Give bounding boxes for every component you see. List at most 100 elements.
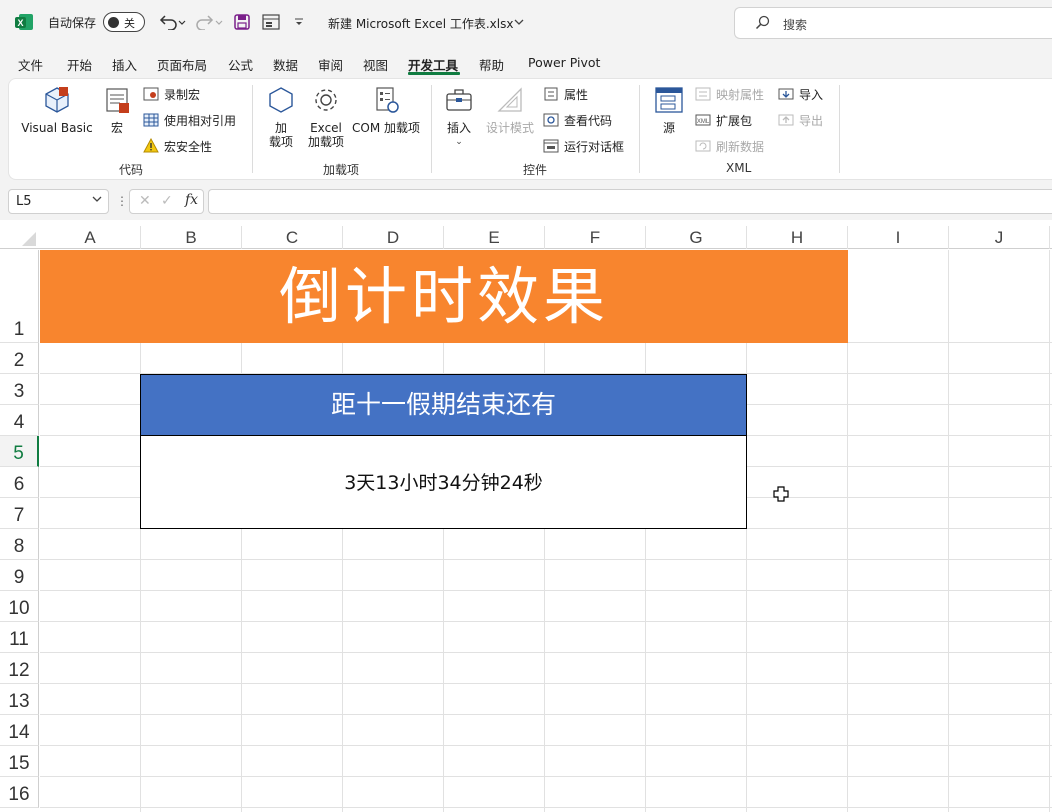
document-title[interactable]: 新建 Microsoft Excel 工作表.xlsx (328, 15, 513, 32)
relative-refs-button[interactable]: 使用相对引用 (143, 111, 236, 129)
row-header-5[interactable]: 5 (0, 436, 39, 467)
row-header-12[interactable]: 12 (0, 653, 39, 684)
gridline (40, 807, 1052, 808)
expansion-packs-button[interactable]: XML 扩展包 (695, 111, 752, 129)
map-properties-button[interactable]: 映射属性 (695, 85, 764, 103)
tab-data[interactable]: 数据 (273, 55, 298, 74)
enter-icon[interactable]: ✓ (161, 193, 173, 209)
column-header-c[interactable]: C (242, 226, 343, 249)
name-box-value: L5 (16, 194, 32, 209)
run-dialog-icon (543, 139, 559, 153)
row-header-9[interactable]: 9 (0, 560, 39, 591)
design-mode-button[interactable]: 设计模式 (483, 85, 537, 135)
map-properties-icon (695, 87, 711, 101)
tab-review[interactable]: 审阅 (318, 55, 343, 74)
excel-addins-label-line2: 加载项 (307, 135, 344, 149)
tab-home[interactable]: 开始 (67, 55, 92, 74)
tab-help[interactable]: 帮助 (479, 55, 504, 74)
name-box[interactable]: L5 (8, 189, 109, 214)
expansion-packs-icon: XML (695, 114, 711, 126)
cell-area[interactable]: 倒计时效果 距十一假期结束还有 3天13小时34分钟24秒 (40, 250, 1052, 812)
countdown-value-cell[interactable]: 3天13小时34分钟24秒 (140, 436, 747, 529)
autosave-toggle[interactable]: 关 (103, 12, 145, 32)
view-code-button[interactable]: 查看代码 (543, 111, 612, 129)
save-button[interactable] (231, 10, 253, 34)
row-header-4[interactable]: 4 (0, 405, 39, 436)
macros-button[interactable]: 宏 (97, 85, 137, 135)
column-header-i[interactable]: I (848, 226, 949, 249)
group-separator (639, 85, 640, 173)
form-button[interactable] (260, 10, 282, 34)
column-header-f[interactable]: F (545, 226, 646, 249)
more-options-icon[interactable]: ⋮ (116, 194, 128, 208)
cancel-icon[interactable]: ✕ (139, 193, 151, 209)
search-input[interactable]: 搜索 (734, 7, 1052, 39)
tab-file[interactable]: 文件 (18, 55, 43, 74)
properties-button[interactable]: 属性 (543, 85, 588, 103)
select-all-corner[interactable] (0, 226, 39, 249)
refresh-data-button[interactable]: 刷新数据 (695, 137, 764, 155)
tab-formulas[interactable]: 公式 (228, 55, 253, 74)
row-header-16[interactable]: 16 (0, 777, 39, 808)
chevron-down-icon: ⌄ (455, 137, 463, 147)
visual-basic-icon (45, 87, 69, 113)
macro-security-button[interactable]: 宏安全性 (143, 137, 212, 155)
chevron-down-icon[interactable] (514, 19, 524, 27)
addins-button[interactable]: 加 载项 (263, 85, 299, 149)
tab-page-layout[interactable]: 页面布局 (157, 55, 207, 74)
column-header-j[interactable]: J (949, 226, 1050, 249)
row-header-14[interactable]: 14 (0, 715, 39, 746)
ribbon-panel: Visual Basic 宏 录制宏 使用相对引用 宏安全性 代码 加 载项 E… (8, 78, 1052, 180)
chevron-down-icon (295, 18, 303, 25)
xml-export-button[interactable]: 导出 (778, 111, 823, 129)
row-header-2[interactable]: 2 (0, 343, 39, 374)
com-addins-button[interactable]: COM 加载项 (349, 85, 423, 135)
formula-input[interactable] (208, 189, 1052, 214)
xml-export-label: 导出 (799, 113, 824, 128)
record-macro-button[interactable]: 录制宏 (143, 85, 200, 103)
spreadsheet-grid: A B C D E F G H I J 1 2 3 4 5 6 7 8 9 10… (0, 220, 1052, 812)
column-header-d[interactable]: D (343, 226, 444, 249)
column-header-h[interactable]: H (747, 226, 848, 249)
row-header-3[interactable]: 3 (0, 374, 39, 405)
tab-insert[interactable]: 插入 (112, 55, 137, 74)
column-header-g[interactable]: G (646, 226, 747, 249)
row-header-7[interactable]: 7 (0, 498, 39, 529)
search-placeholder: 搜索 (783, 18, 808, 32)
insert-control-button[interactable]: 插入 ⌄ (441, 85, 477, 149)
row-header-13[interactable]: 13 (0, 684, 39, 715)
row-header-8[interactable]: 8 (0, 529, 39, 560)
tab-power-pivot[interactable]: Power Pivot (528, 55, 600, 70)
macros-icon (106, 88, 129, 113)
group-label-xml: XML (726, 161, 752, 175)
addins-label-line2: 载项 (268, 135, 293, 149)
insert-function-icon[interactable]: fx (185, 192, 198, 208)
gridline (40, 683, 1052, 684)
addins-icon (269, 87, 293, 113)
banner-title-cell[interactable]: 倒计时效果 (40, 250, 848, 343)
run-dialog-label: 运行对话框 (564, 139, 625, 154)
customize-qat-button[interactable] (290, 10, 308, 34)
row-header-10[interactable]: 10 (0, 591, 39, 622)
row-header-15[interactable]: 15 (0, 746, 39, 777)
warning-icon (143, 138, 159, 153)
xml-source-button[interactable]: 源 (651, 85, 687, 135)
row-header-6[interactable]: 6 (0, 467, 39, 498)
column-header-b[interactable]: B (141, 226, 242, 249)
run-dialog-button[interactable]: 运行对话框 (543, 137, 624, 155)
excel-addins-button[interactable]: Excel 加载项 (303, 85, 349, 149)
chevron-down-icon[interactable] (92, 196, 102, 204)
svg-text:X: X (17, 18, 23, 28)
column-header-a[interactable]: A (40, 226, 141, 249)
visual-basic-button[interactable]: Visual Basic (21, 85, 93, 135)
tab-view[interactable]: 视图 (363, 55, 388, 74)
com-addins-label: COM 加载项 (352, 121, 420, 135)
xml-import-button[interactable]: 导入 (778, 85, 823, 103)
column-header-e[interactable]: E (444, 226, 545, 249)
row-header-11[interactable]: 11 (0, 622, 39, 653)
row-header-1[interactable]: 1 (0, 250, 39, 343)
redo-button[interactable] (192, 10, 226, 34)
countdown-header-cell[interactable]: 距十一假期结束还有 (140, 374, 747, 436)
undo-button[interactable] (155, 10, 189, 34)
group-label-addins: 加载项 (323, 163, 360, 177)
